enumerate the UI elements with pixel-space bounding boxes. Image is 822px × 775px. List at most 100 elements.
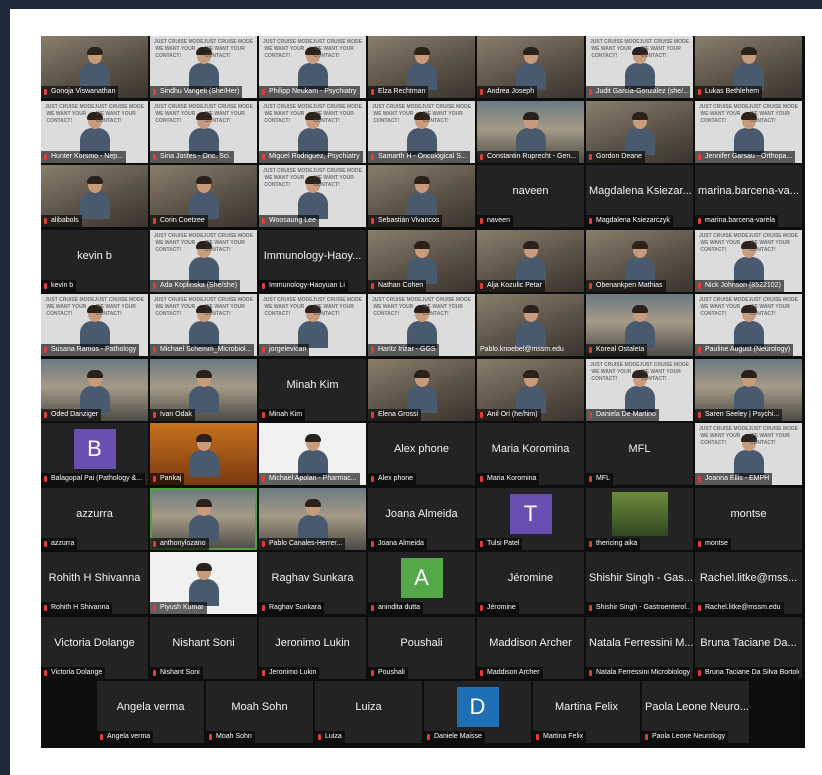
participant-tile[interactable]: alibabols	[41, 165, 148, 227]
participant-tile[interactable]: Gordon Deane	[586, 101, 693, 163]
participant-tile[interactable]: Woosaung Lee	[259, 165, 366, 227]
participant-tile[interactable]: Nathan Cohen	[368, 230, 475, 292]
participant-tile[interactable]: Joana Almeida Joana Almeida	[368, 488, 475, 550]
participant-tile[interactable]: Pablo.knoebel@mssm.edu	[477, 294, 584, 356]
participant-tile[interactable]: Pablo Canales-Herrer...	[259, 488, 366, 550]
participant-tile[interactable]: Obenankpen Mathias	[586, 230, 693, 292]
participant-tile[interactable]: Immunology-Haoy... Immunology-Haoyuan Li	[259, 230, 366, 292]
participant-tile[interactable]: Susana Ramos - Pathology	[41, 294, 148, 356]
participant-tile[interactable]: Anil Ori (he/him)	[477, 359, 584, 421]
participant-display-name: Natala Ferressini M...	[589, 637, 693, 649]
participant-tile[interactable]: Koreal Ostaleta	[586, 294, 693, 356]
participant-tile[interactable]: Elena Grossi	[368, 359, 475, 421]
participant-tile[interactable]: Pauline August (Neurology)	[695, 294, 802, 356]
participant-tile[interactable]: kevin b kevin b	[41, 230, 148, 292]
participant-tile[interactable]: Sina Jostes - Onc. Sci.	[150, 101, 257, 163]
participant-tile[interactable]: Victoria Dolange Victoria Dolange	[41, 617, 148, 679]
participant-video	[188, 305, 219, 348]
participant-tile[interactable]: Corin Coetzee	[150, 165, 257, 227]
participant-display-name: Minah Kim	[286, 379, 339, 391]
participant-tile[interactable]: Poushali Poushali	[368, 617, 475, 679]
participant-tile[interactable]: Andrea Joseph	[477, 36, 584, 98]
participant-name-label: Nick Johnson (8522102)	[695, 280, 784, 292]
gallery-row: Oded Danziger Ivan Odak Minah Kim Minah Kim…	[41, 359, 802, 421]
participant-name-label: Tulsi Patel	[477, 538, 523, 550]
participant-tile[interactable]: Ivan Odak	[150, 359, 257, 421]
participant-tile[interactable]: Hunter Korsmo - Nep...	[41, 101, 148, 163]
gallery-row: Hunter Korsmo - Nep... Sina Jostes - Onc.…	[41, 101, 802, 163]
participant-name-label: Jéromine	[477, 602, 519, 614]
participant-tile[interactable]: Sindhu Vangeti (She/Her)	[150, 36, 257, 98]
participant-tile[interactable]: Natala Ferressini M... Natala Ferressini …	[586, 617, 693, 679]
participant-tile[interactable]: B Balagopal Pai (Pathology &...	[41, 423, 148, 485]
participant-tile[interactable]: Joanna Ellis - EMPH	[695, 423, 802, 485]
participant-name-label: Natala Ferressini Microbiology	[586, 667, 690, 679]
participant-tile[interactable]: Maddison Archer Maddison Archer	[477, 617, 584, 679]
participant-video	[515, 112, 546, 155]
participant-name-label: Judit García-González (she/...	[586, 86, 690, 98]
participant-tile[interactable]: Sebastián Vivancos	[368, 165, 475, 227]
participant-tile[interactable]: Martina Felix Martina Felix	[533, 681, 640, 743]
participant-name-label: Angela verma	[97, 731, 154, 743]
participant-tile[interactable]: anthonylozano	[150, 488, 257, 550]
participant-name-label: Alex phone	[368, 473, 417, 485]
participant-tile[interactable]: T Tulsi Patel	[477, 488, 584, 550]
participant-tile[interactable]: D Daniele Maisse	[424, 681, 531, 743]
participant-name-label: Ivan Odak	[150, 409, 195, 421]
participant-tile[interactable]: Judit García-González (she/...	[586, 36, 693, 98]
participant-tile[interactable]: Oded Danziger	[41, 359, 148, 421]
participant-tile[interactable]: Saren Seeley | Psychi...	[695, 359, 802, 421]
participant-name-label: Hunter Korsmo - Nep...	[41, 151, 126, 163]
participant-tile[interactable]: Moah Sohn Moah Sohn	[206, 681, 313, 743]
participant-tile[interactable]: Miguel Rodriguez, Psychiatry	[259, 101, 366, 163]
participant-tile[interactable]: Pankaj	[150, 423, 257, 485]
participant-tile[interactable]: Magdalena Ksiezar... Magdalena Ksiezarczy…	[586, 165, 693, 227]
participant-name-label: Miguel Rodriguez, Psychiatry	[259, 151, 363, 163]
participant-tile[interactable]: Minah Kim Minah Kim	[259, 359, 366, 421]
participant-video	[297, 112, 328, 155]
participant-tile[interactable]: azzurra azzurra	[41, 488, 148, 550]
participant-tile[interactable]: Maria Koromina Maria Koromina	[477, 423, 584, 485]
participant-tile[interactable]: Lukas Bethlehem	[695, 36, 802, 98]
participant-video	[188, 370, 219, 413]
participant-tile[interactable]: Raghav Sunkara Raghav Sunkara	[259, 552, 366, 614]
participant-tile[interactable]: Jennifer Garsau - Orthopa...	[695, 101, 802, 163]
participant-display-name: Jéromine	[507, 572, 554, 584]
participant-tile[interactable]: thericing aika	[586, 488, 693, 550]
participant-tile[interactable]: Daniela De Martino	[586, 359, 693, 421]
participant-tile[interactable]: Angela verma Angela verma	[97, 681, 204, 743]
participant-tile[interactable]: Gonoja Viswanathan	[41, 36, 148, 98]
participant-tile[interactable]: Nishant Soni Nishant Soni	[150, 617, 257, 679]
participant-video	[733, 434, 764, 477]
participant-tile[interactable]: Jeronimo Lukin Jeronimo Lukin	[259, 617, 366, 679]
participant-video	[188, 499, 219, 542]
participant-tile[interactable]: marina.barcena-va... marina.barcena-varel…	[695, 165, 802, 227]
participant-tile[interactable]: Bruna Taciane Da... Bruna Taciane Da Silv…	[695, 617, 802, 679]
participant-display-name: Immunology-Haoy...	[263, 250, 362, 262]
participant-tile[interactable]: Philipp Neukam - Psychiatry	[259, 36, 366, 98]
participant-tile[interactable]: Shishir Singh - Gas... Shishir Singh - Ga…	[586, 552, 693, 614]
participant-display-name: MFL	[628, 443, 651, 455]
participant-tile[interactable]: Samarth H - Oncological S...	[368, 101, 475, 163]
participant-tile[interactable]: Elza Rechtman	[368, 36, 475, 98]
participant-tile[interactable]: Constantin Ruprecht - Gen...	[477, 101, 584, 163]
participant-tile[interactable]: Paola Leone Neuro... Paola Leone Neurolog…	[642, 681, 749, 743]
participant-tile[interactable]: Aanindita dutta	[368, 552, 475, 614]
participant-tile[interactable]: Rachel.litke@mss... Rachel.litke@mssm.edu	[695, 552, 802, 614]
participant-tile[interactable]: Alja Kozulic Petar	[477, 230, 584, 292]
participant-tile[interactable]: Rohith H Shivanna Rohith H Shivanna	[41, 552, 148, 614]
participant-name-label: Lukas Bethlehem	[695, 86, 763, 98]
participant-tile[interactable]: Jéromine Jéromine	[477, 552, 584, 614]
participant-tile[interactable]: Michael Apolan - Pharmac...	[259, 423, 366, 485]
participant-tile[interactable]: naveen naveen	[477, 165, 584, 227]
participant-tile[interactable]: jorgelevican	[259, 294, 366, 356]
participant-tile[interactable]: MFL MFL	[586, 423, 693, 485]
participant-tile[interactable]: montse montse	[695, 488, 802, 550]
participant-tile[interactable]: Ada Koplinska (She/she)	[150, 230, 257, 292]
participant-tile[interactable]: Luiza Luiza	[315, 681, 422, 743]
participant-tile[interactable]: Piyush Kumar	[150, 552, 257, 614]
participant-tile[interactable]: Haritz Irizar - GGS	[368, 294, 475, 356]
participant-tile[interactable]: Michael Schemm_Microbiol...	[150, 294, 257, 356]
participant-tile[interactable]: Nick Johnson (8522102)	[695, 230, 802, 292]
participant-tile[interactable]: Alex phone Alex phone	[368, 423, 475, 485]
